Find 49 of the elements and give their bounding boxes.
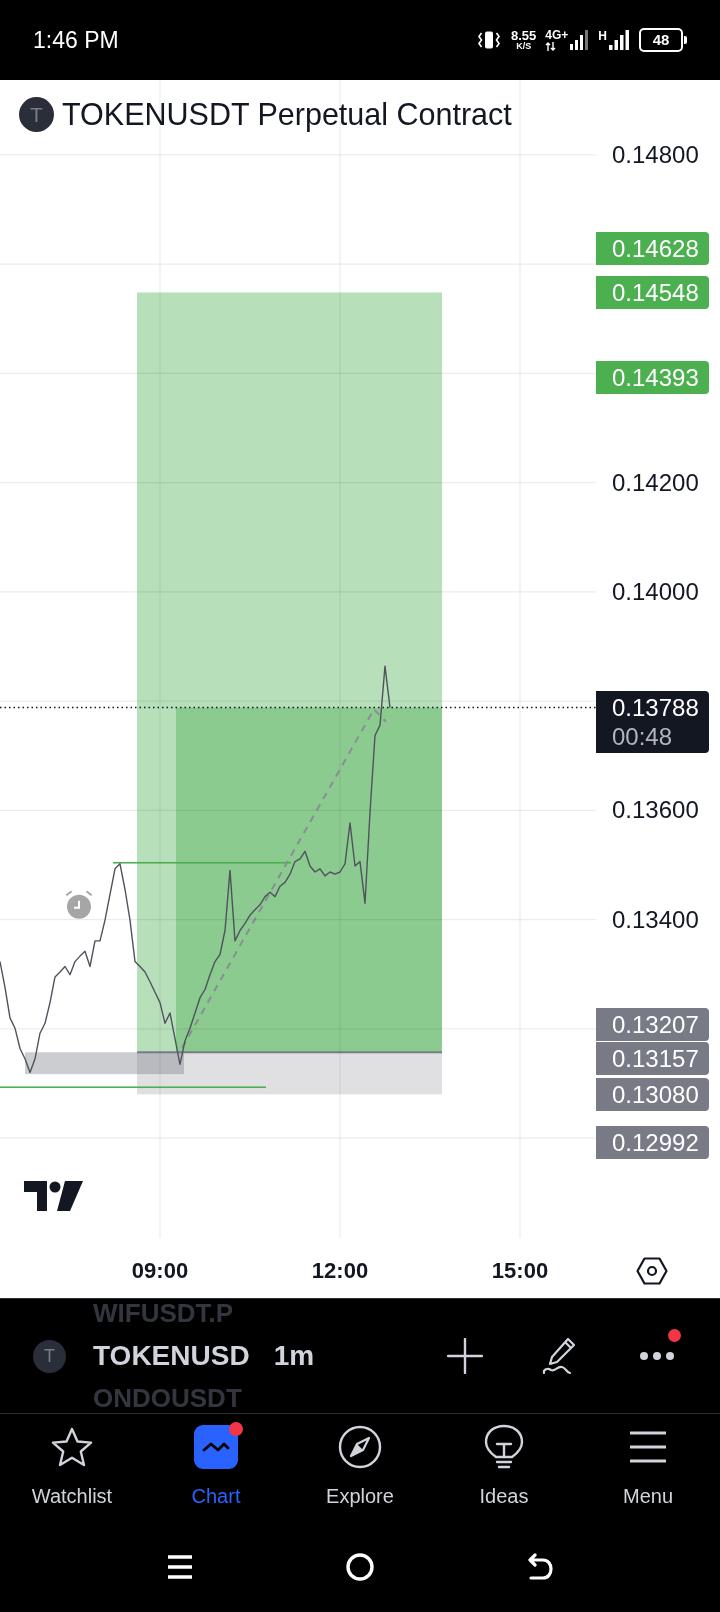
menu-icon xyxy=(628,1430,668,1464)
nav-tab[interactable]: Chart xyxy=(144,1414,288,1522)
network-type-text: H xyxy=(598,30,607,42)
network-speed-text: 8.55 xyxy=(511,29,537,42)
logo-icon xyxy=(24,1181,83,1211)
network-type-text: 4G+ xyxy=(545,29,569,41)
symbol-avatar: T xyxy=(19,96,54,132)
price-tag: 0.14628 xyxy=(596,232,709,266)
clock-time: 1:46 PM xyxy=(33,26,119,54)
price-tag: 0.14548 xyxy=(596,275,709,309)
time-axis-label: 12:00 xyxy=(311,1258,369,1284)
back-icon[interactable] xyxy=(527,1553,553,1581)
symbol-avatar: T xyxy=(33,1339,66,1373)
nav-tab[interactable]: Watchlist xyxy=(0,1414,144,1522)
signal-bars-icon xyxy=(609,30,630,50)
countdown-text: 00:48 xyxy=(612,722,673,752)
price-tag: 0.13207 xyxy=(596,1008,709,1042)
symbol-button[interactable]: TOKENUSD xyxy=(93,1340,250,1372)
plus-icon[interactable] xyxy=(447,1338,483,1374)
time-axis-label: 15:00 xyxy=(491,1258,549,1284)
price-tag: 0.13080 xyxy=(596,1077,709,1111)
more-icon[interactable] xyxy=(639,1351,675,1361)
nav-tab[interactable]: Menu xyxy=(576,1414,720,1522)
price-axis-label: 0.13400 xyxy=(612,904,699,935)
current-price-text: 0.13788 xyxy=(612,693,699,723)
recents-icon[interactable] xyxy=(167,1554,193,1580)
price-axis-label: 0.14800 xyxy=(612,139,699,170)
compass-icon xyxy=(338,1425,382,1469)
lightbulb-icon xyxy=(484,1424,524,1470)
price-tag: 0.13157 xyxy=(596,1042,709,1076)
price-tag: 0.14393 xyxy=(596,360,709,394)
home-icon[interactable] xyxy=(346,1553,374,1581)
interval-button[interactable]: 1m xyxy=(273,1340,315,1372)
nav-tab[interactable]: Ideas xyxy=(432,1414,576,1522)
time-axis-label: 09:00 xyxy=(131,1258,189,1284)
line-chart-icon xyxy=(194,1425,238,1469)
signal-bars-icon xyxy=(570,29,590,50)
speed-unit-text: K/S xyxy=(516,42,532,51)
chart-title: TOKENUSDT Perpetual Contract xyxy=(62,96,512,133)
alarm-clock-icon xyxy=(66,890,92,919)
data-arrows-icon xyxy=(545,41,557,51)
price-axis-label: 0.14000 xyxy=(612,576,699,607)
settings-icon[interactable] xyxy=(636,1257,668,1285)
price-axis-label: 0.14200 xyxy=(612,467,699,498)
price-tag: 0.12992 xyxy=(596,1125,709,1159)
star-icon xyxy=(51,1427,93,1467)
price-axis-label: 0.13600 xyxy=(612,795,699,826)
vibrate-icon xyxy=(476,31,502,49)
nav-tab[interactable]: Explore xyxy=(288,1414,432,1522)
